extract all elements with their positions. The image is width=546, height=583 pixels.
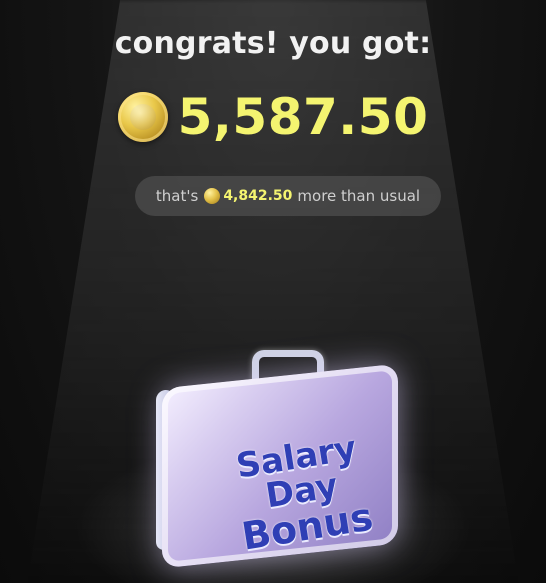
comparison-suffix: more than usual	[297, 187, 421, 205]
briefcase-label: Salary Day Bonus	[215, 428, 390, 558]
comparison-value: 4,842.50	[223, 188, 293, 204]
gold-coin-icon	[117, 92, 168, 142]
comparison-prefix: that's	[155, 187, 199, 205]
reward-amount: 5,587.50	[177, 88, 429, 146]
reward-screen: congrats! you got: 5,587.50 that's 4,842…	[0, 0, 546, 583]
small-coin-icon	[204, 188, 221, 204]
salary-day-bonus-briefcase: Salary Day Bonus	[152, 350, 402, 569]
congrats-title: congrats! you got:	[114, 26, 432, 61]
comparison-pill: that's 4,842.50 more than usual	[135, 176, 441, 216]
reward-amount-row: 5,587.50	[0, 82, 546, 152]
